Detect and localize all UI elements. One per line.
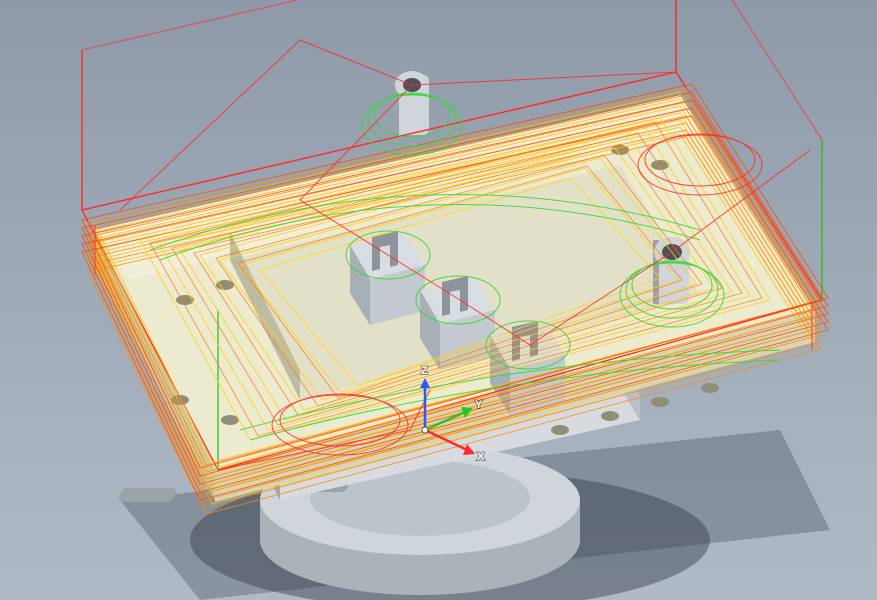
- scene-canvas[interactable]: Z X Y: [0, 0, 877, 600]
- axis-label-y: Y: [475, 399, 483, 411]
- axis-label-x: X: [477, 451, 485, 463]
- eye-bolt-rear: [393, 71, 429, 135]
- axis-label-z: Z: [421, 365, 428, 377]
- cam-3d-viewport[interactable]: Z X Y: [0, 0, 877, 600]
